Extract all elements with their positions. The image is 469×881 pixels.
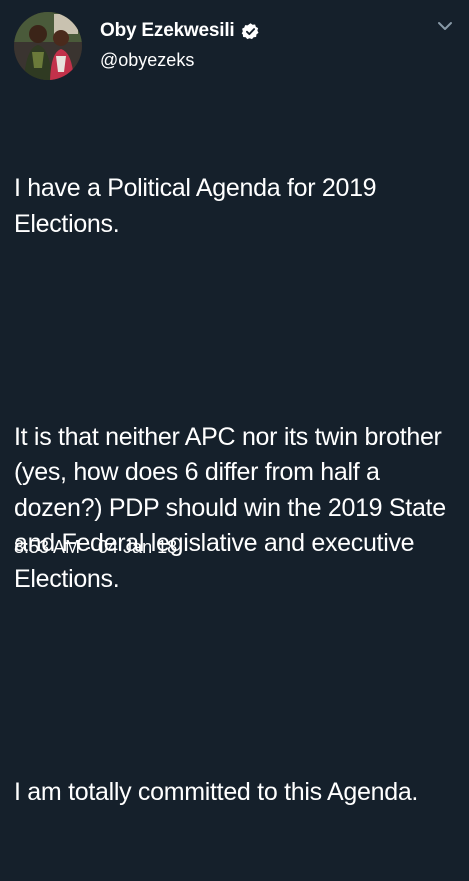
tweet-paragraph: I am totally committed to this Agenda.: [14, 777, 419, 806]
name-row: Oby Ezekwesili: [100, 18, 420, 44]
timestamp-time: 8:53 AM: [14, 537, 81, 557]
tweet-card: Oby Ezekwesili @obyezeks I have a Politi…: [0, 0, 469, 806]
tweet-paragraph: It is that neither APC nor its twin brot…: [14, 422, 453, 593]
tweet-body: I have a Political Agenda for 2019 Elect…: [14, 100, 464, 881]
chevron-down-icon[interactable]: [437, 20, 453, 32]
author-block: Oby Ezekwesili @obyezeks: [100, 18, 420, 71]
timestamp[interactable]: 8:53 AM · 04 Jan 18: [14, 537, 177, 558]
profile-photo-icon: [14, 12, 82, 80]
handle[interactable]: @obyezeks: [100, 50, 420, 71]
display-name[interactable]: Oby Ezekwesili: [100, 20, 235, 42]
verified-badge-icon: [241, 22, 260, 41]
timestamp-date: 04 Jan 18: [98, 537, 178, 557]
timestamp-separator: ·: [86, 537, 93, 557]
tweet-paragraph: I have a Political Agenda for 2019 Elect…: [14, 174, 383, 238]
avatar[interactable]: [14, 12, 82, 80]
